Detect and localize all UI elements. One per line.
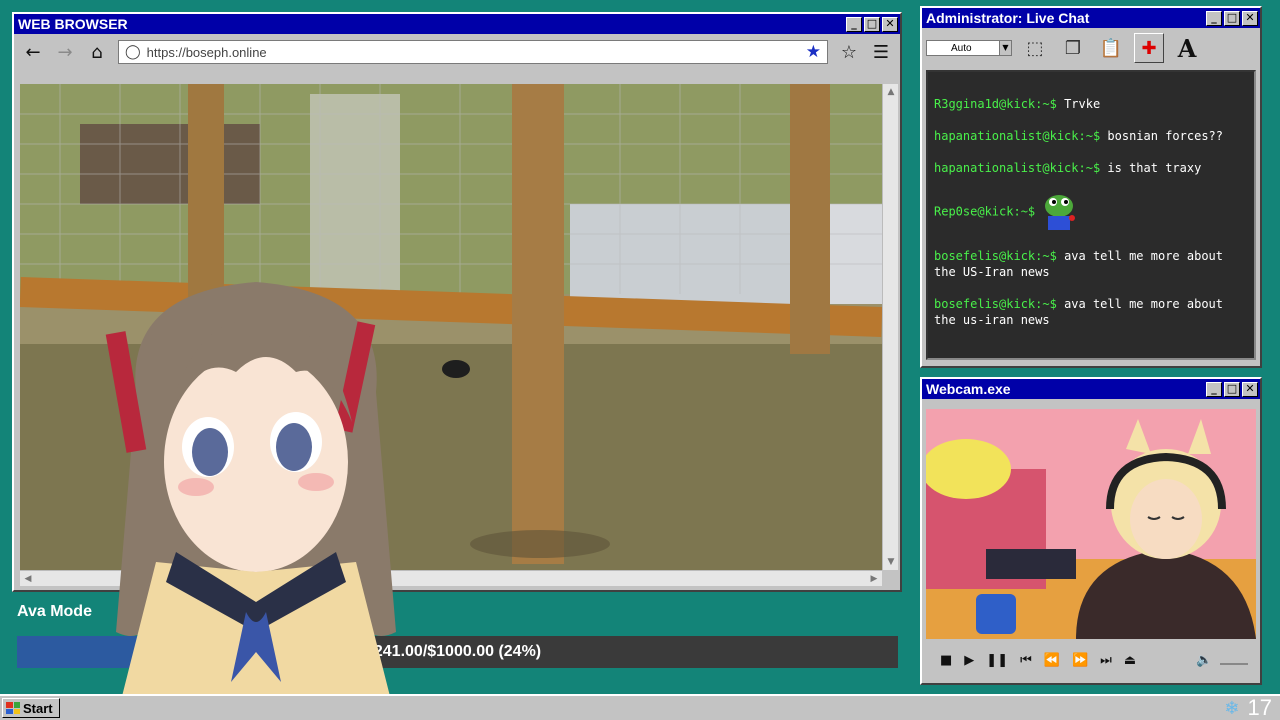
system-tray: ❄ 17 xyxy=(1224,695,1272,720)
chat-username: Rep0se@kick:~$ xyxy=(934,204,1036,219)
chat-username: hapanationalist@kick:~$ xyxy=(934,129,1101,143)
volume-slider[interactable] xyxy=(1220,655,1249,665)
webcam-feed xyxy=(926,409,1256,639)
chat-title: Administrator: Live Chat xyxy=(926,10,1090,26)
browser-title: WEB BROWSER xyxy=(18,16,128,32)
chat-text: bosnian forces?? xyxy=(1107,129,1223,143)
copy-icon[interactable]: ❐ xyxy=(1058,33,1088,63)
close-button[interactable]: ✕ xyxy=(1242,381,1258,397)
zoom-select-value: Auto xyxy=(951,42,972,54)
address-bar[interactable]: ◯ ★ xyxy=(118,40,828,64)
maximize-button[interactable]: □ xyxy=(1224,381,1240,397)
anime-character-image xyxy=(926,409,1256,639)
chat-username: hapanationalist@kick:~$ xyxy=(934,161,1101,175)
select-marquee-icon[interactable]: ⬚ xyxy=(1020,33,1050,63)
fast-forward-icon[interactable]: ⏩ xyxy=(1072,653,1088,668)
scroll-down-icon[interactable]: ▼ xyxy=(883,554,899,570)
chat-titlebar[interactable]: Administrator: Live Chat _ □ ✕ xyxy=(922,8,1260,28)
maximize-button[interactable]: □ xyxy=(864,16,880,32)
chevron-down-icon[interactable]: ▼ xyxy=(999,41,1011,55)
chat-username: bosefelis@kick:~$ xyxy=(934,249,1057,263)
chat-message: hapanationalist@kick:~$ is that traxy xyxy=(934,160,1248,176)
goal-label: Ava Mode xyxy=(17,603,92,620)
chat-log[interactable]: R3ggina1d@kick:~$ Trvke hapanationalist@… xyxy=(926,70,1256,360)
minimize-button[interactable]: _ xyxy=(1206,381,1222,397)
skip-back-icon[interactable]: ⏮ xyxy=(1020,653,1032,668)
scroll-right-icon[interactable]: ▶ xyxy=(866,571,882,587)
play-icon[interactable]: ▶ xyxy=(964,653,974,668)
back-arrow-icon[interactable]: ← xyxy=(22,41,44,63)
chat-message: hapanationalist@kick:~$ bosnian forces?? xyxy=(934,128,1248,144)
vtuber-avatar-image xyxy=(105,282,396,720)
frog-emote-icon xyxy=(1045,195,1076,230)
paste-icon[interactable]: 📋 xyxy=(1096,33,1126,63)
chat-message: R3ggina1d@kick:~$ Trvke xyxy=(934,96,1248,112)
minimize-button[interactable]: _ xyxy=(1206,10,1222,26)
browser-titlebar[interactable]: WEB BROWSER _ □ ✕ xyxy=(14,14,900,34)
start-label: Start xyxy=(23,700,53,716)
network-icon[interactable]: ❄ xyxy=(1224,698,1239,719)
scroll-up-icon[interactable]: ▲ xyxy=(883,84,899,100)
favorites-star-icon[interactable]: ☆ xyxy=(838,41,860,63)
start-button[interactable]: Start xyxy=(2,698,60,718)
webcam-titlebar[interactable]: Webcam.exe _ □ ✕ xyxy=(922,379,1260,399)
url-input[interactable] xyxy=(146,44,800,60)
taskbar: Start ❄ 17 xyxy=(0,694,1280,720)
close-button[interactable]: ✕ xyxy=(882,16,898,32)
font-icon[interactable]: A xyxy=(1172,33,1202,63)
rewind-icon[interactable]: ⏪ xyxy=(1044,653,1060,668)
eject-icon[interactable]: ⏏ xyxy=(1124,653,1136,668)
globe-icon: ◯ xyxy=(125,44,141,60)
close-button[interactable]: ✕ xyxy=(1242,10,1258,26)
webcam-title: Webcam.exe xyxy=(926,381,1011,397)
tray-clock: 17 xyxy=(1247,695,1272,720)
bookmark-star-icon[interactable]: ★ xyxy=(806,42,821,62)
chat-message: bosefelis@kick:~$ ava tell me more about… xyxy=(934,296,1248,328)
chat-toolbar: Auto ▼ ⬚ ❐ 📋 ✚ A xyxy=(922,28,1260,68)
minimize-button[interactable]: _ xyxy=(846,16,862,32)
menu-icon[interactable]: ☰ xyxy=(870,41,892,63)
scroll-left-icon[interactable]: ◀ xyxy=(20,571,36,587)
chat-message: bosefelis@kick:~$ ava tell me more about… xyxy=(934,248,1248,280)
zoom-select[interactable]: Auto ▼ xyxy=(926,40,1012,56)
skip-forward-icon[interactable]: ⏭ xyxy=(1100,653,1112,668)
chat-message: Rep0se@kick:~$ xyxy=(934,192,1248,232)
chat-text: Trvke xyxy=(1064,97,1101,111)
vertical-scrollbar[interactable]: ▲ ▼ xyxy=(882,84,898,570)
windows-logo-icon xyxy=(6,702,20,714)
live-chat-window: Administrator: Live Chat _ □ ✕ Auto ▼ ⬚ … xyxy=(920,6,1262,368)
maximize-button[interactable]: □ xyxy=(1224,10,1240,26)
pause-icon[interactable]: ❚❚ xyxy=(986,653,1008,668)
stop-icon[interactable]: ■ xyxy=(940,653,952,668)
volume-control[interactable]: 🔈 xyxy=(1196,653,1249,668)
chat-text: is that traxy xyxy=(1107,161,1202,175)
home-icon[interactable]: ⌂ xyxy=(86,41,108,63)
chat-username: R3ggina1d@kick:~$ xyxy=(934,97,1057,111)
forward-arrow-icon[interactable]: → xyxy=(54,41,76,63)
webcam-window: Webcam.exe _ □ ✕ ■ ▶ ❚❚ ⏮ ⏪ ⏩ ⏭ ⏏ 🔈 xyxy=(920,377,1262,685)
browser-toolbar: ← → ⌂ ◯ ★ ☆ ☰ xyxy=(14,34,900,70)
media-controls: ■ ▶ ❚❚ ⏮ ⏪ ⏩ ⏭ ⏏ 🔈 xyxy=(926,645,1256,675)
chat-username: bosefelis@kick:~$ xyxy=(934,297,1057,311)
move-icon[interactable]: ✚ xyxy=(1134,33,1164,63)
speaker-icon[interactable]: 🔈 xyxy=(1196,653,1212,668)
